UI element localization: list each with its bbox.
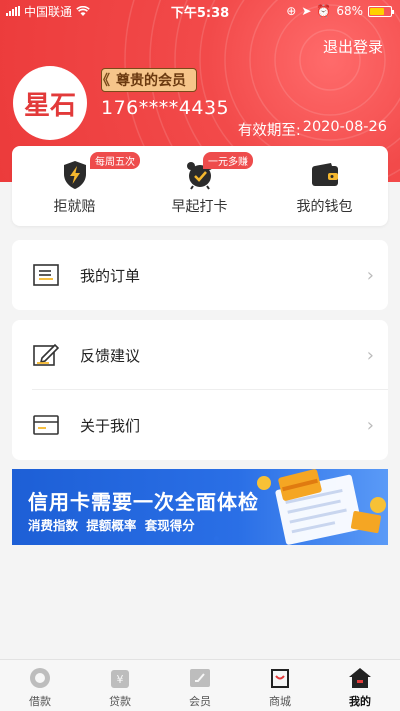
tab-label: 商城 (269, 695, 291, 708)
banner-title: 信用卡需要一次全面体检 (28, 490, 259, 514)
quick-action-wallet[interactable]: 我的钱包 (262, 146, 387, 226)
expiry-date: 2020-08-26 (302, 119, 387, 135)
status-bar: 中国联通 下午5:38 ⊕ ➤ ⏰ 68% (0, 0, 400, 22)
quick-action-label: 早起打卡 (171, 199, 228, 215)
expiry-label: 有效期至: (237, 123, 301, 139)
alarm-status-icon: ⏰ (316, 4, 332, 18)
quick-action-refuse-compensate[interactable]: 拒就赔 每周五次 (12, 146, 140, 226)
quick-action-tag: 每周五次 (90, 152, 140, 169)
avatar[interactable]: 星石 (13, 66, 87, 140)
orders-card: 我的订单 › (12, 240, 388, 310)
membership-expiry: 有效期至: 2020-08-26 (238, 119, 387, 140)
home-icon (348, 666, 372, 690)
card-info-icon (32, 411, 60, 439)
logout-button[interactable]: 退出登录 (323, 36, 383, 57)
quick-actions-card: 拒就赔 每周五次 早起打卡 一元多赚 我的钱包 (12, 146, 388, 226)
bottom-tab-bar: 借款 ¥ 贷款 会员 商城 我的 (0, 659, 400, 711)
battery-percent: 68% (336, 4, 363, 18)
menu-item-feedback[interactable]: 反馈建议 › (12, 320, 388, 390)
lock-rotation-icon: ⊕ (286, 4, 297, 18)
menu-item-label: 反馈建议 (80, 346, 141, 365)
battery-icon (368, 5, 394, 17)
support-card: 反馈建议 › 关于我们 › (12, 320, 388, 460)
location-icon: ➤ (301, 4, 312, 18)
credit-check-banner[interactable]: 信用卡需要一次全面体检 消费指数 提额概率 套现得分 (12, 469, 388, 545)
money-bag-icon: ¥ (108, 666, 132, 690)
member-badge: 尊贵的会员 (96, 68, 197, 93)
chevron-right-icon: › (366, 414, 374, 436)
tab-label: 借款 (29, 695, 51, 708)
user-phone: 176****4435 (101, 97, 230, 119)
tab-credit[interactable]: ¥ 贷款 (80, 660, 160, 711)
tab-mall[interactable]: 商城 (240, 660, 320, 711)
edit-feedback-icon (32, 341, 60, 369)
chevron-right-icon: › (366, 344, 374, 366)
quick-action-tag: 一元多赚 (203, 152, 253, 169)
tab-label: 会员 (189, 695, 211, 708)
svg-text:¥: ¥ (117, 673, 124, 686)
menu-item-about[interactable]: 关于我们 › (12, 390, 388, 460)
shield-lightning-icon (60, 160, 90, 190)
shopping-bag-icon (268, 666, 292, 690)
avatar-logo-text: 星石 (23, 90, 76, 121)
wallet-icon (310, 160, 340, 190)
tab-member[interactable]: 会员 (160, 660, 240, 711)
tab-label: 我的 (349, 695, 371, 708)
quick-action-label: 拒就赔 (53, 199, 96, 215)
banner-page-indicator (214, 536, 219, 541)
tab-mine[interactable]: 我的 (320, 660, 400, 711)
loan-icon (28, 666, 52, 690)
menu-item-orders[interactable]: 我的订单 › (12, 240, 388, 310)
quick-action-early-checkin[interactable]: 早起打卡 一元多赚 (137, 146, 262, 226)
quick-action-label: 我的钱包 (296, 199, 353, 215)
chevron-right-icon: › (366, 264, 374, 286)
tab-label: 贷款 (109, 695, 131, 708)
order-list-icon (32, 261, 60, 289)
banner-subtitle: 消费指数 提额概率 套现得分 (28, 518, 195, 533)
tab-loan[interactable]: 借款 (0, 660, 80, 711)
member-card-icon (188, 666, 212, 690)
menu-item-label: 我的订单 (80, 266, 141, 285)
menu-item-label: 关于我们 (80, 416, 141, 435)
